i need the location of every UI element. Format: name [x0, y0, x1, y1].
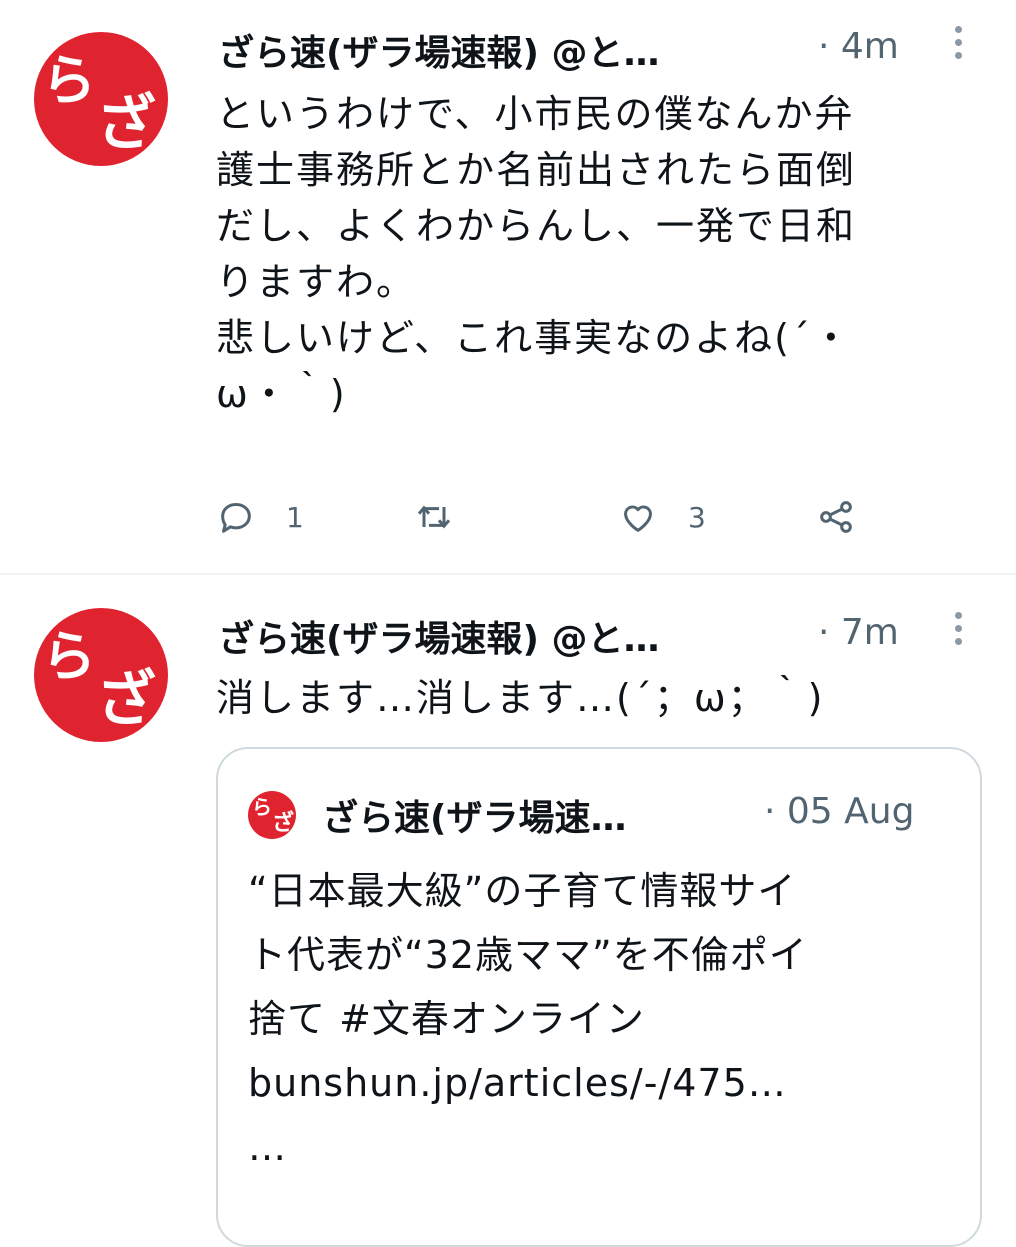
avatar-char: ざ	[96, 665, 156, 735]
tweet-actions: 1 3	[216, 492, 976, 542]
timestamp[interactable]: · 7m	[818, 612, 899, 653]
quoted-user-name: ざら速(ザラ場速…	[322, 798, 627, 839]
quoted-text-line: ト代表が“32歳ママ”を不倫ポイ	[248, 933, 808, 977]
quoted-avatar: ら ざ	[248, 791, 296, 839]
more-icon[interactable]	[952, 26, 964, 66]
avatar-char: ら	[252, 795, 272, 819]
tweet-text: というわけで、小市民の僕なんか弁 護士事務所とか名前出されたら面倒 だし、よくわ…	[216, 92, 857, 416]
retweet-button[interactable]	[414, 492, 484, 542]
avatar-char: ら	[42, 625, 96, 688]
tweet-text: 消します…消します…(´；ω；｀)	[216, 676, 825, 720]
avatar-char: ざ	[96, 89, 156, 159]
quoted-link[interactable]: bunshun.jp/articles/-/475…	[248, 1051, 968, 1115]
retweet-icon	[417, 505, 451, 529]
quoted-text-line: …	[248, 1125, 287, 1169]
tweet[interactable]: ら ざ ざら速(ザラ場速報) @と… · 7m 消します…消します…(´；ω；｀…	[0, 575, 1016, 1247]
tweet[interactable]: ら ざ ざら速(ザラ場速報) @と… · 4m というわけで、小市民の僕なんか弁…	[0, 0, 1016, 574]
reply-count: 1	[286, 500, 304, 534]
like-icon	[624, 505, 652, 532]
avatar-char: ら	[42, 49, 96, 112]
quoted-text-line: 捨て #文春オンライン	[248, 997, 645, 1041]
avatar-char: ざ	[272, 811, 295, 836]
quoted-tweet[interactable]: ら ざ ざら速(ザラ場速… · 05 Aug “日本最大級”の子育て情報サイ ト…	[216, 747, 982, 1247]
tweet-header: ざら速(ザラ場速報) @と… · 4m	[218, 24, 1016, 74]
user-name[interactable]: ざら速(ザラ場速報) @と…	[218, 610, 659, 662]
like-count: 3	[688, 500, 706, 534]
avatar[interactable]: ら ざ	[34, 608, 168, 742]
more-icon[interactable]	[952, 612, 964, 652]
share-button[interactable]	[816, 492, 856, 542]
reply-icon	[221, 503, 251, 533]
quoted-text-line: “日本最大級”の子育て情報サイ	[248, 869, 797, 913]
avatar[interactable]: ら ざ	[34, 32, 168, 166]
user-name[interactable]: ざら速(ザラ場速報) @と…	[218, 24, 659, 76]
timestamp[interactable]: · 4m	[818, 26, 899, 67]
reply-button[interactable]: 1	[216, 492, 304, 542]
quoted-text: “日本最大級”の子育て情報サイ ト代表が“32歳ママ”を不倫ポイ 捨て #文春オ…	[248, 859, 968, 1179]
quoted-timestamp: · 05 Aug	[764, 791, 915, 832]
tweet-header: ざら速(ザラ場速報) @と… · 7m	[218, 610, 1016, 660]
like-button[interactable]: 3	[618, 492, 706, 542]
share-icon	[820, 501, 852, 533]
